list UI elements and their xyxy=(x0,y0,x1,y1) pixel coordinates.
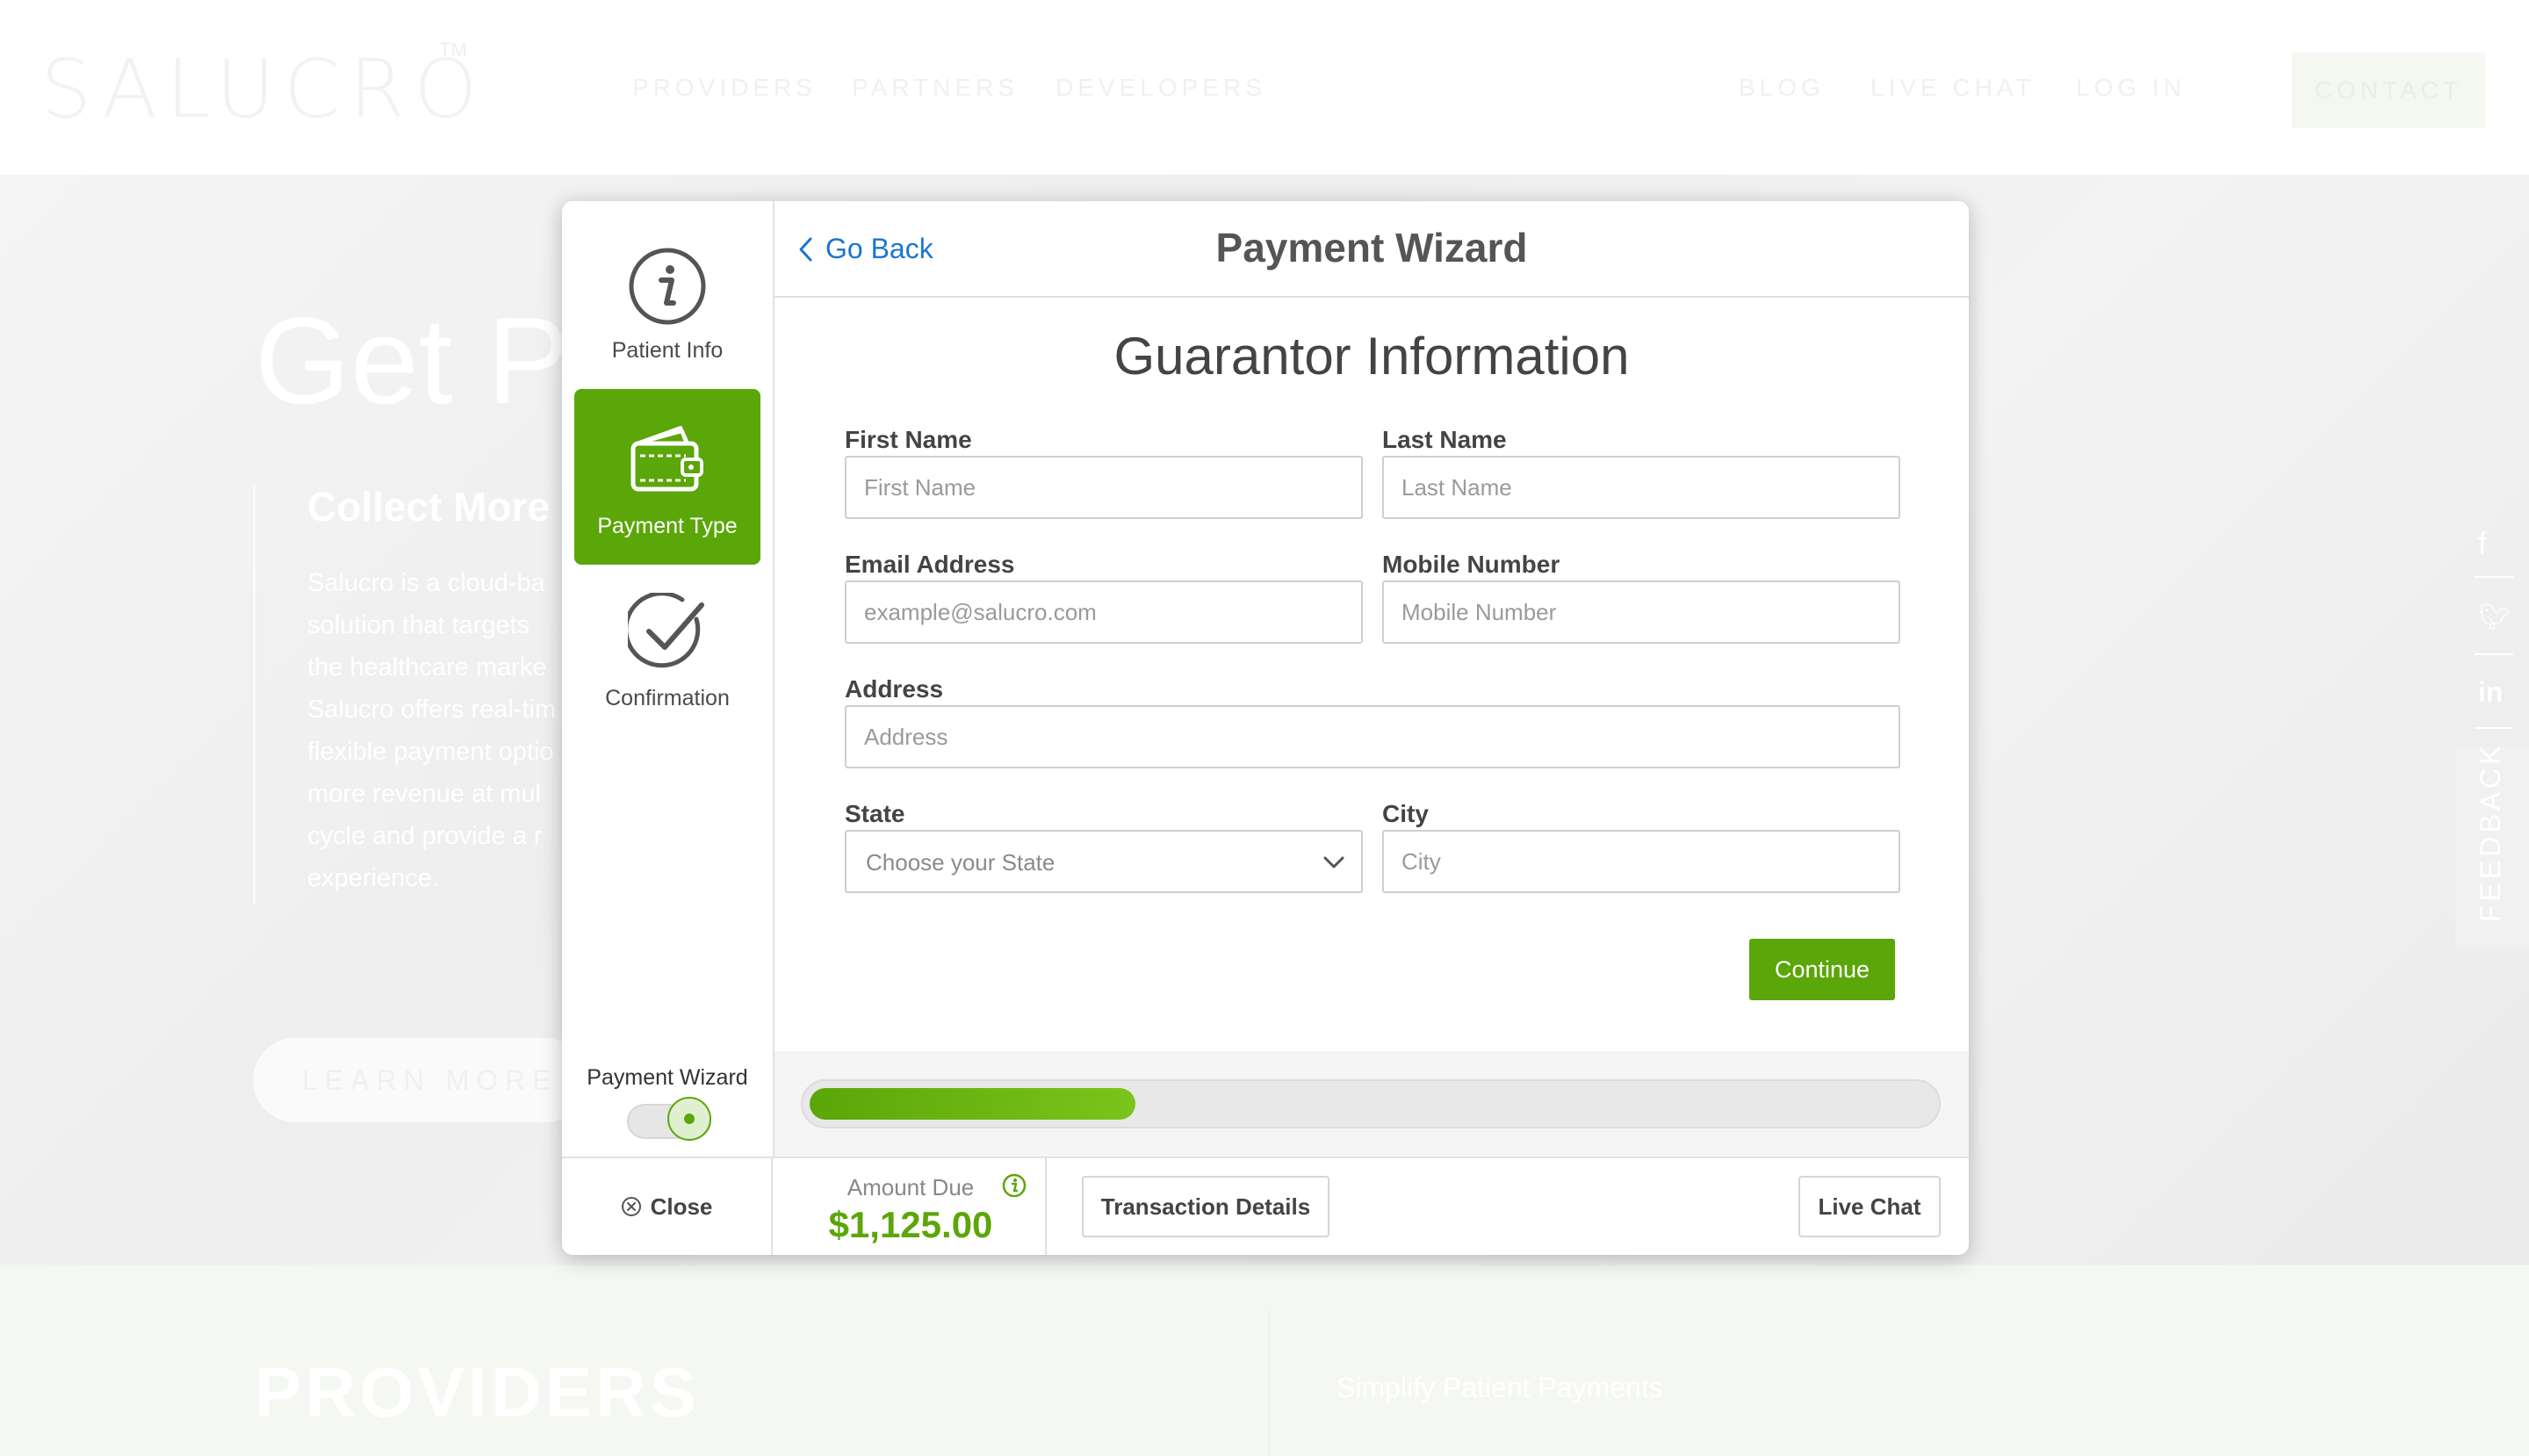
address-input[interactable] xyxy=(845,705,1900,768)
address-label: Address xyxy=(845,675,944,703)
wizard-mode-label: Payment Wizard xyxy=(587,1065,748,1090)
nav-log-in[interactable]: LOG IN xyxy=(2076,74,2186,102)
step-label: Payment Type xyxy=(597,514,738,538)
step-label: Patient Info xyxy=(611,338,724,363)
social-divider xyxy=(2475,727,2513,729)
info-icon[interactable] xyxy=(1001,1172,1027,1199)
nav-live-chat[interactable]: LIVE CHAT xyxy=(1870,74,2035,102)
contact-button[interactable]: CONTACT xyxy=(2292,53,2485,128)
feedback-label[interactable]: FEEDBACK xyxy=(2475,743,2507,922)
toggle-knob[interactable] xyxy=(667,1097,711,1141)
last-name-input[interactable] xyxy=(1382,456,1900,519)
close-circle-icon xyxy=(621,1197,641,1216)
transaction-details-button[interactable]: Transaction Details xyxy=(1082,1176,1329,1237)
logo-trademark: TM xyxy=(439,39,467,61)
step-payment-type[interactable]: Payment Type xyxy=(574,389,760,565)
learn-more-button[interactable]: LEARN MORE xyxy=(253,1038,587,1122)
nav-developers[interactable]: DEVELOPERS xyxy=(1056,74,1266,102)
wizard-steps-sidebar: Patient Info Payment Type Confirmation xyxy=(562,201,775,1051)
info-icon xyxy=(629,248,706,325)
step-confirmation[interactable]: Confirmation xyxy=(574,568,760,744)
state-select[interactable]: Choose your State xyxy=(845,830,1363,893)
email-label: Email Address xyxy=(845,551,1015,578)
progress-bar xyxy=(801,1079,1941,1128)
section-divider xyxy=(1268,1310,1270,1456)
modal-title: Payment Wizard xyxy=(1215,225,1528,270)
hero-divider xyxy=(253,483,256,905)
form-section-title: Guarantor Information xyxy=(1113,327,1630,386)
hero-subtitle: Collect More xyxy=(307,484,551,530)
step-patient-info[interactable]: Patient Info xyxy=(574,212,760,387)
chevron-down-icon xyxy=(1323,856,1344,869)
progress-panel xyxy=(775,1051,1969,1157)
site-header: SALUCRO TM PROVIDERS PARTNERS DEVELOPERS… xyxy=(0,0,2529,175)
state-label: State xyxy=(845,800,905,827)
linkedin-icon[interactable]: in xyxy=(2478,676,2503,709)
close-label: Close xyxy=(650,1193,713,1220)
providers-title: PROVIDERS xyxy=(255,1353,701,1431)
wizard-mode-panel: Payment Wizard xyxy=(562,1051,775,1157)
nav-providers[interactable]: PROVIDERS xyxy=(632,74,817,102)
state-select-value: Choose your State xyxy=(866,849,1056,876)
live-chat-button[interactable]: Live Chat xyxy=(1798,1176,1941,1237)
city-input[interactable] xyxy=(1382,830,1900,893)
social-divider xyxy=(2475,653,2513,655)
modal-header: Payment Wizard Go Back xyxy=(775,201,1969,298)
chevron-left-icon xyxy=(799,237,812,261)
first-name-label: First Name xyxy=(845,426,972,453)
go-back-link[interactable]: Go Back xyxy=(797,233,933,265)
go-back-label: Go Back xyxy=(825,233,933,264)
nav-partners[interactable]: PARTNERS xyxy=(852,74,1019,102)
nav-blog[interactable]: BLOG xyxy=(1739,74,1825,102)
city-label: City xyxy=(1382,800,1429,827)
hero-paragraph: Salucro is a cloud-ba solution that targ… xyxy=(307,569,557,892)
checkmark-icon xyxy=(628,593,704,668)
first-name-input[interactable] xyxy=(845,456,1363,519)
mobile-label: Mobile Number xyxy=(1382,551,1560,578)
section-subtitle: Simplify Patient Payments xyxy=(1337,1372,1663,1403)
progress-bar-fill xyxy=(810,1088,1135,1120)
mobile-input[interactable] xyxy=(1382,580,1900,644)
step-label: Confirmation xyxy=(605,686,730,710)
facebook-icon[interactable]: f xyxy=(2478,525,2487,562)
twitter-icon[interactable]: 🐦︎ xyxy=(2478,602,2511,633)
amount-due-value: $1,125.00 xyxy=(828,1204,993,1245)
continue-button[interactable]: Continue xyxy=(1749,939,1895,1000)
modal-footer: Close Amount Due $1,125.00 Transaction D… xyxy=(562,1157,1969,1255)
email-input[interactable] xyxy=(845,580,1363,644)
payment-wizard-modal: Patient Info Payment Type Confirmation P… xyxy=(562,201,1969,1255)
site-logo[interactable]: SALUCRO xyxy=(40,42,486,136)
last-name-label: Last Name xyxy=(1382,426,1507,453)
wallet-icon xyxy=(630,426,703,492)
close-button[interactable]: Close xyxy=(562,1158,773,1255)
social-divider xyxy=(2475,576,2513,578)
